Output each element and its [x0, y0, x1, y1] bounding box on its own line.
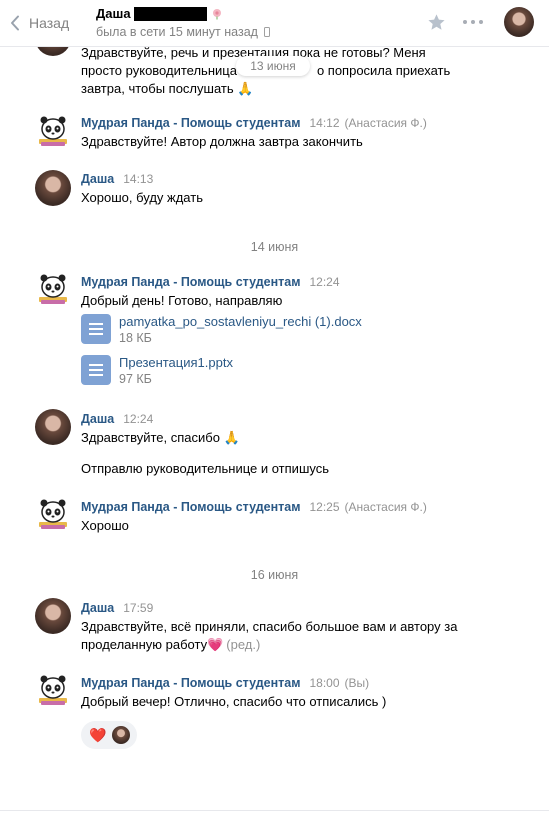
message-sender-note: (Анастасия Ф.) [344, 500, 427, 514]
peer-status: была в сети 15 минут назад [96, 25, 270, 39]
document-size: 97 КБ [119, 372, 152, 386]
message: Даша 12:24 Здравствуйте, спасибо 🙏 Отпра… [81, 412, 521, 478]
panda-avatar[interactable] [35, 112, 71, 148]
peer-name-row[interactable]: Даша [96, 6, 223, 21]
date-separator: 16 июня [250, 568, 299, 582]
document-attachment[interactable]: pamyatka_po_sostavleniyu_rechi (1).docx … [81, 314, 362, 347]
message: Мудрая Панда - Помощь студентам 12:25 (А… [81, 500, 521, 535]
avatar[interactable] [35, 170, 71, 206]
message-text: Хорошо, буду ждать [81, 190, 203, 205]
message-time[interactable]: 17:59 [123, 601, 153, 615]
message-line: завтра, чтобы послушать 🙏 [81, 81, 254, 96]
message-author[interactable]: Мудрая Панда - Помощь студентам [81, 275, 300, 289]
star-icon[interactable] [427, 13, 446, 32]
message-time[interactable]: 14:12 [309, 116, 339, 130]
mobile-icon [263, 27, 270, 37]
message: Мудрая Панда - Помощь студентам 18:00 (В… [81, 676, 521, 711]
message-time[interactable]: 14:13 [123, 172, 153, 186]
peer-name[interactable]: Даша [96, 6, 131, 21]
chevron-left-icon [11, 15, 19, 31]
message-time[interactable]: 12:24 [123, 412, 153, 426]
status-text: была в сети 15 минут назад [96, 25, 258, 39]
message-author[interactable]: Мудрая Панда - Помощь студентам [81, 500, 300, 514]
message-author[interactable]: Мудрая Панда - Помощь студентам [81, 676, 300, 690]
message-author[interactable]: Даша [81, 601, 114, 615]
message-time[interactable]: 12:25 [309, 500, 339, 514]
message: Мудрая Панда - Помощь студентам 14:12 (А… [81, 116, 521, 151]
document-size: 18 КБ [119, 331, 152, 345]
panda-avatar[interactable] [35, 671, 71, 707]
document-icon [81, 314, 111, 344]
message-author[interactable]: Даша [81, 412, 114, 426]
chat-header: Назад Даша была в сети 15 минут назад [0, 0, 549, 47]
message-author[interactable]: Мудрая Панда - Помощь студентам [81, 116, 300, 130]
back-label: Назад [29, 15, 70, 31]
document-icon [81, 355, 111, 385]
avatar[interactable] [35, 409, 71, 445]
divider [0, 810, 549, 811]
message-time[interactable]: 18:00 [309, 676, 339, 690]
date-separator: 14 июня [250, 240, 299, 254]
message-text: Здравствуйте! Автор должна завтра законч… [81, 134, 363, 149]
peer-avatar[interactable] [504, 7, 534, 37]
message-sender-note: (Анастасия Ф.) [344, 116, 427, 130]
heart-reaction: ❤️ [89, 726, 107, 743]
message-sender-note: (Вы) [344, 676, 370, 690]
flower-emoji-icon [212, 8, 221, 19]
message-text: Добрый вечер! Отлично, спасибо что отпис… [81, 694, 387, 709]
message-author[interactable]: Даша [81, 172, 114, 186]
message-text: Здравствуйте, спасибо 🙏 [81, 430, 240, 445]
redacted-surname [133, 6, 207, 21]
message-text: Хорошо [81, 518, 129, 533]
message: Даша 17:59 Здравствуйте, всё приняли, сп… [81, 601, 521, 654]
document-name[interactable]: pamyatka_po_sostavleniyu_rechi (1).docx [119, 314, 362, 330]
floating-date: 13 июня [236, 56, 310, 76]
message: Даша 14:13 Хорошо, буду ждать [81, 172, 521, 207]
avatar[interactable] [35, 598, 71, 634]
message-text: Отправлю руководительнице и отпишусь [81, 461, 329, 476]
panda-avatar[interactable] [35, 270, 71, 306]
message-text: Здравствуйте, всё приняли, спасибо больш… [81, 619, 458, 652]
panda-avatar[interactable] [35, 495, 71, 531]
document-name[interactable]: Презентация1.pptx [119, 355, 233, 371]
message: Мудрая Панда - Помощь студентам 12:24 До… [81, 275, 521, 310]
reaction-badge[interactable]: ❤️ [81, 721, 137, 749]
more-icon[interactable] [463, 20, 483, 24]
message-time[interactable]: 12:24 [309, 275, 339, 289]
edited-mark: (ред.) [226, 637, 261, 652]
message-text: Добрый день! Готово, направляю [81, 293, 283, 308]
back-button[interactable]: Назад [10, 12, 69, 34]
document-attachment[interactable]: Презентация1.pptx 97 КБ [81, 355, 233, 388]
reactor-avatar [112, 726, 131, 744]
